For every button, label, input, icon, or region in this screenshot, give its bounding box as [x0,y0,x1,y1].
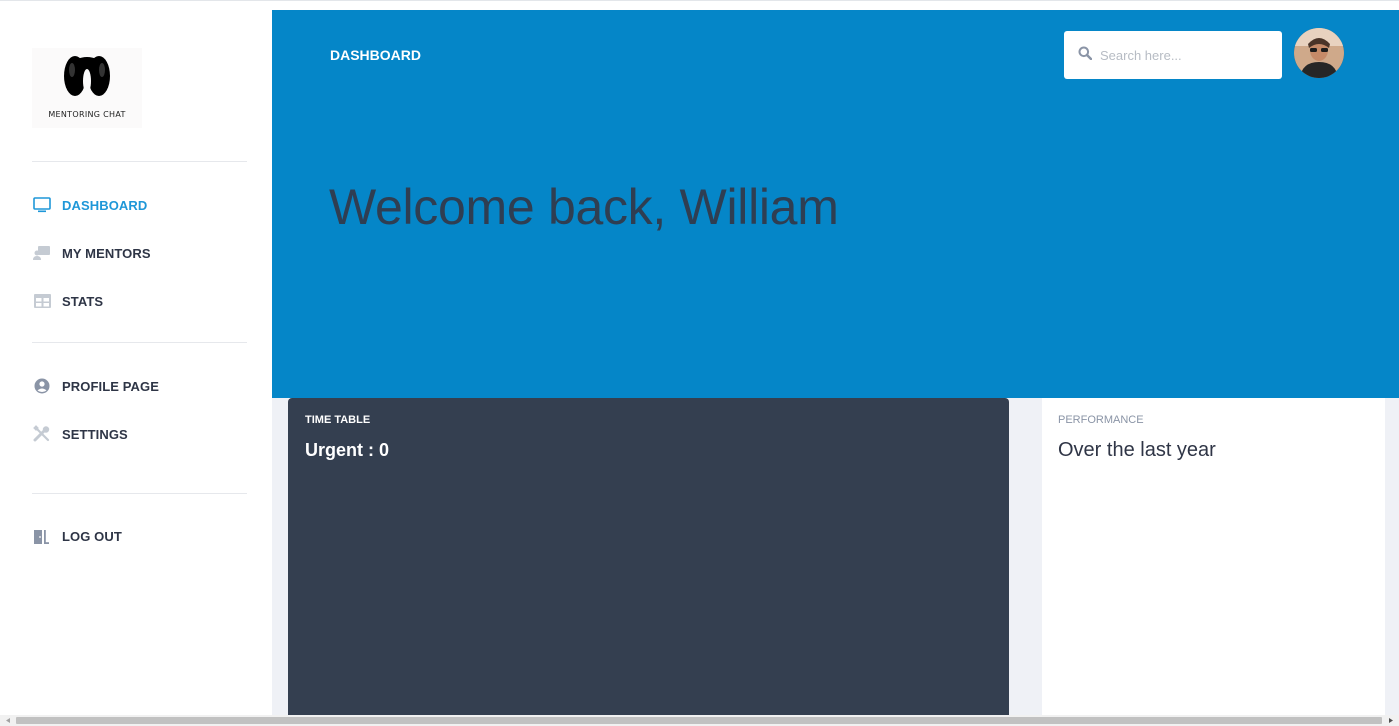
sidebar-item-label: SETTINGS [62,426,128,442]
sidebar-item-stats[interactable]: STATS [32,289,103,313]
hero-banner: DASHBOARD Welcome back, William [272,10,1399,398]
sidebar-item-settings[interactable]: SETTINGS [32,422,128,446]
avatar[interactable] [1294,28,1344,78]
sidebar-item-label: MY MENTORS [62,245,151,261]
sidebar-divider [32,161,247,162]
timetable-urgent-count: Urgent : 0 [305,440,390,460]
app-logo[interactable]: MENTORING CHAT [32,48,142,128]
scroll-left-arrow-icon[interactable] [3,717,13,724]
horizontal-scrollbar[interactable] [0,715,1399,726]
sidebar-item-label: STATS [62,293,104,309]
performance-card-subtitle: Over the last year [1058,439,1216,461]
sidebar-item-my-mentors[interactable]: MY MENTORS [32,241,151,265]
top-border [0,0,1399,10]
sidebar: MENTORING CHAT DASHBOARD MY MENTORS STAT… [0,10,272,715]
sidebar-item-dashboard[interactable]: DASHBOARD [32,193,147,217]
scrollbar-thumb[interactable] [16,717,1382,724]
user-avatar-image [1294,28,1344,78]
search-box[interactable] [1064,31,1282,79]
sidebar-item-log-out[interactable]: LOG OUT [32,524,122,548]
performance-card[interactable]: PERFORMANCE Over the last year [1042,398,1385,715]
timetable-card-label: TIME TABLE [305,414,371,426]
user-circle-icon [32,376,52,396]
search-icon [1078,46,1093,65]
table-icon [32,291,52,311]
sidebar-item-label: PROFILE PAGE [62,378,160,394]
sidebar-item-profile-page[interactable]: PROFILE PAGE [32,374,159,398]
scroll-right-arrow-icon[interactable] [1386,717,1396,724]
dashboard-content: TIME TABLE Urgent : 0 PERFORMANCE Over t… [272,398,1399,715]
logo-text: MENTORING CHAT [48,110,126,119]
chalkboard-teacher-icon [32,243,52,263]
performance-card-label: PERFORMANCE [1058,414,1144,426]
welcome-message: Welcome back, William [329,179,839,235]
monitor-icon [32,195,52,215]
search-input[interactable] [1100,47,1270,63]
tools-icon [32,424,52,444]
sidebar-divider [32,342,247,343]
door-open-icon [32,526,52,546]
sidebar-item-label: DASHBOARD [62,197,148,213]
timetable-card[interactable]: TIME TABLE Urgent : 0 [288,398,1009,715]
page-title: DASHBOARD [330,47,421,63]
sidebar-divider [32,493,247,494]
sidebar-item-label: LOG OUT [62,528,122,544]
